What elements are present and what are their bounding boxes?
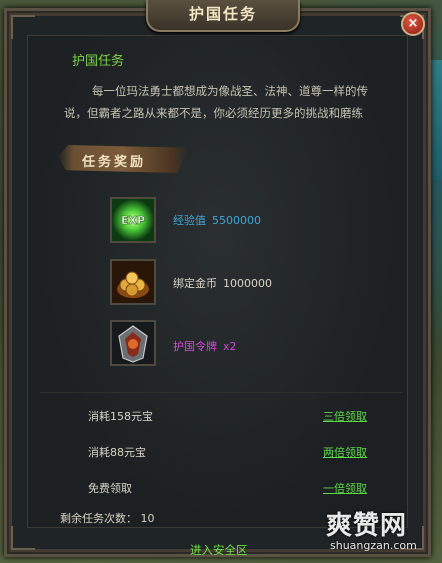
dialog-title: 护国任务 bbox=[146, 0, 300, 32]
reward-name: 经验值 bbox=[173, 214, 206, 227]
claim-double-button[interactable]: 两倍领取 bbox=[323, 444, 367, 460]
reward-section-label: 任务奖励 bbox=[82, 155, 147, 170]
claim-cost-label: 消耗158元宝 bbox=[88, 410, 153, 423]
close-button[interactable]: × bbox=[401, 12, 425, 36]
divider bbox=[40, 392, 402, 393]
exp-orb-icon[interactable]: EXP bbox=[110, 197, 156, 243]
reward-gold-label: 绑定金币 1000000 bbox=[173, 275, 272, 291]
claim-single-button[interactable]: 一倍领取 bbox=[323, 480, 367, 496]
reward-name: 绑定金币 bbox=[173, 277, 217, 290]
frame-corner bbox=[11, 526, 35, 550]
reward-name: 护国令牌 bbox=[173, 340, 217, 353]
guard-token-icon[interactable] bbox=[110, 320, 156, 366]
watermark-url: shuangzan.com bbox=[330, 539, 417, 552]
claim-triple-button[interactable]: 三倍领取 bbox=[323, 408, 367, 424]
enter-safe-zone-link[interactable]: 进入安全区 bbox=[190, 542, 248, 558]
gold-coins-icon[interactable] bbox=[110, 259, 156, 305]
reward-exp-label: 经验值 5500000 bbox=[173, 212, 261, 228]
claim-cost-label: 消耗88元宝 bbox=[88, 446, 146, 459]
frame-corner bbox=[11, 15, 35, 39]
quest-name: 护国任务 bbox=[72, 54, 125, 69]
reward-quantity: x2 bbox=[223, 340, 237, 353]
reward-quantity: 5500000 bbox=[212, 214, 261, 227]
reward-quantity: 1000000 bbox=[223, 277, 272, 290]
svg-text:EXP: EXP bbox=[121, 214, 145, 227]
reward-token-label: 护国令牌 x2 bbox=[173, 338, 237, 354]
remaining-count: 剩余任务次数： 10 bbox=[60, 512, 155, 525]
quest-description: 每一位玛法勇士都想成为像战圣、法神、道尊一样的传说，但霸者之路从来都不是，你必须… bbox=[64, 84, 368, 120]
site-watermark: 爽赞网 shuangzan.com bbox=[320, 505, 438, 557]
claim-cost-label: 免费领取 bbox=[88, 482, 132, 495]
watermark-main: 爽赞网 bbox=[326, 511, 408, 541]
